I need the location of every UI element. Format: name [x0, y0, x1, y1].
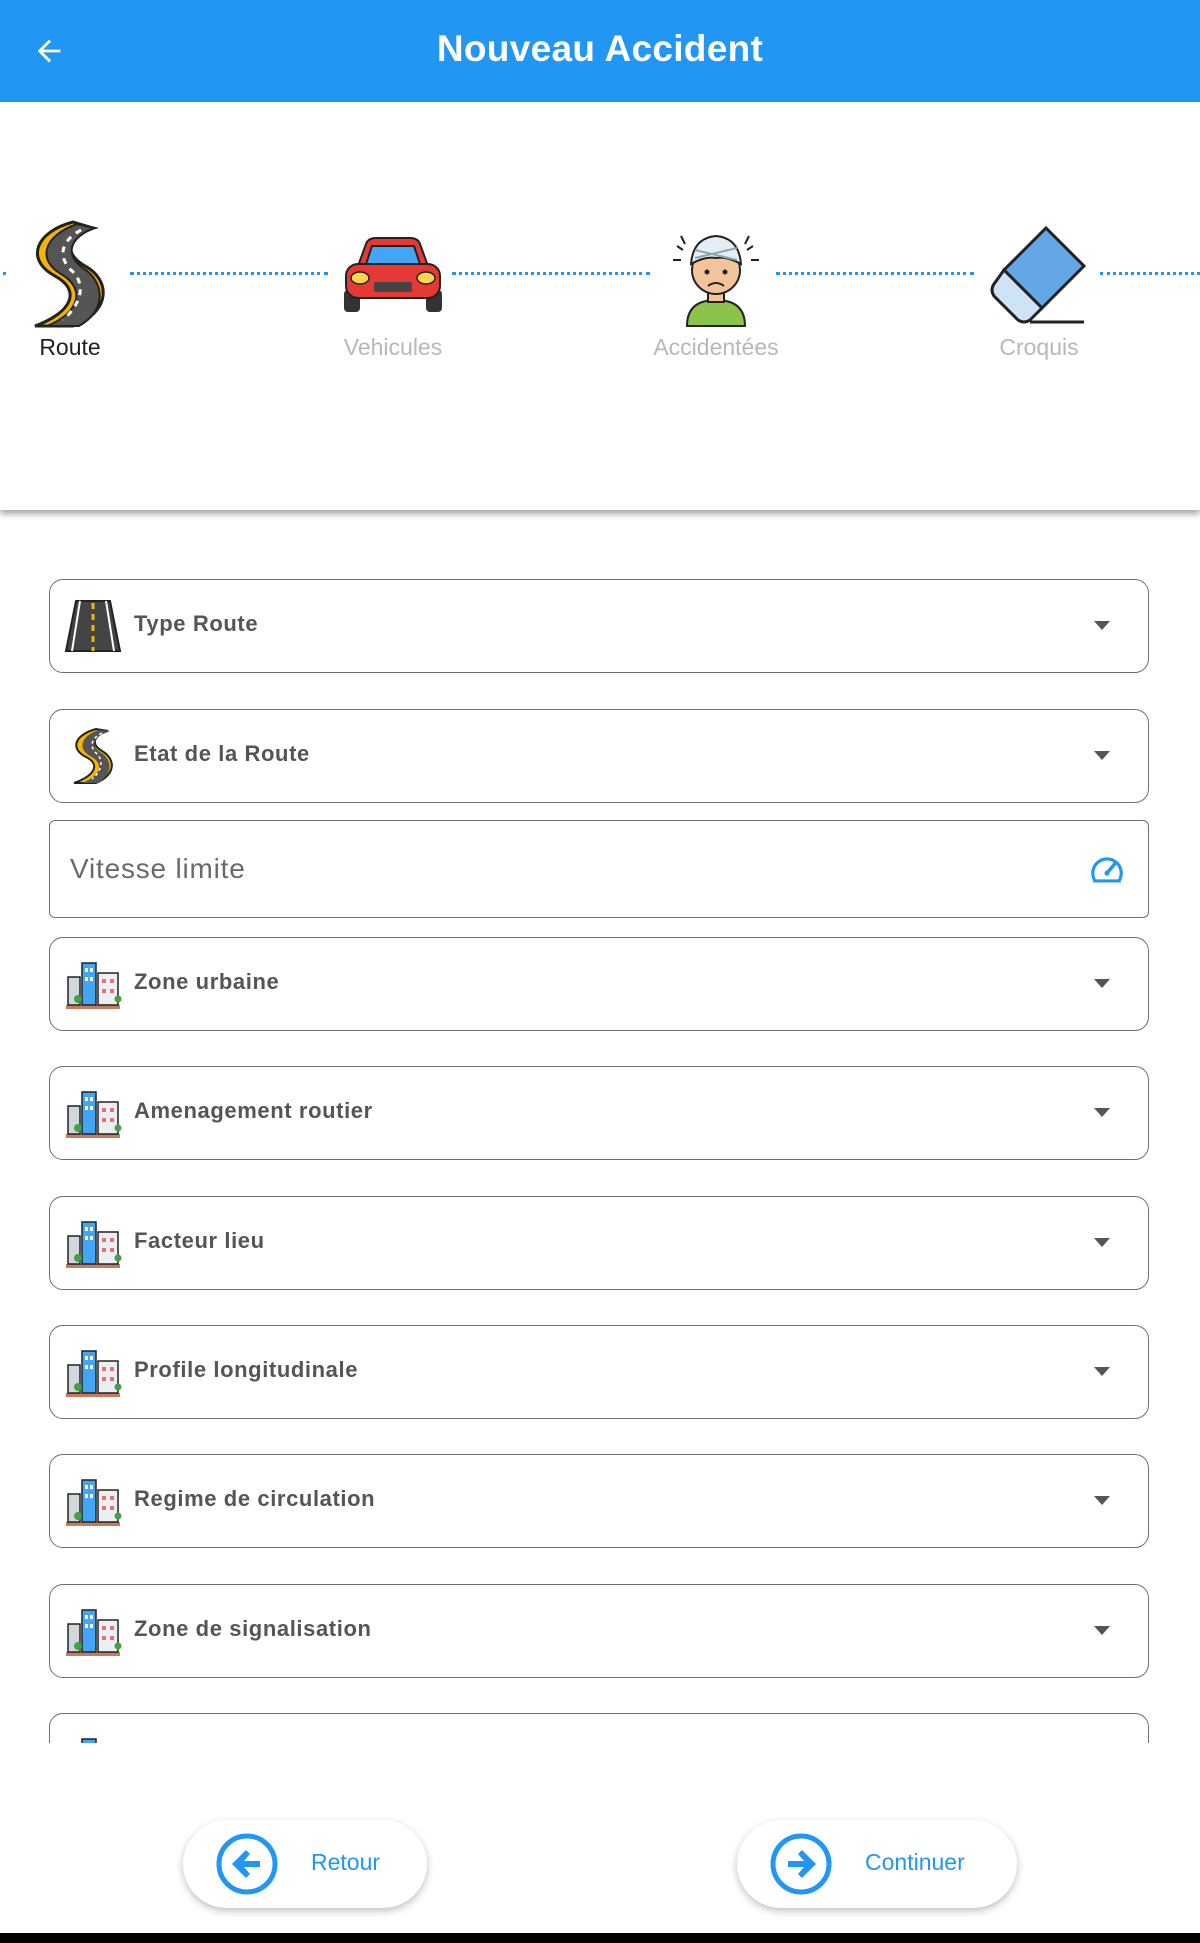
scroll-clip — [49, 1713, 1149, 1743]
amenagement-routier-dropdown[interactable]: Amenagement routier — [49, 1066, 1149, 1160]
field-label: Regime de circulation — [134, 1486, 376, 1511]
straight-road-icon — [64, 600, 122, 652]
arrow-right-circle-icon — [770, 1833, 832, 1895]
speedometer-icon[interactable] — [1088, 851, 1126, 889]
city-buildings-icon — [66, 1091, 122, 1138]
page-title: Nouveau Accident — [436, 28, 764, 69]
arrow-left-circle-icon — [216, 1833, 278, 1895]
etat-route-dropdown[interactable]: Etat de la Route — [49, 709, 1149, 803]
type-route-dropdown[interactable]: Type Route — [49, 579, 1149, 673]
step-label: Croquis — [999, 334, 1079, 360]
vitesse-limite-input[interactable] — [68, 843, 1032, 895]
city-buildings-icon — [66, 1479, 122, 1526]
step-accidentees[interactable]: Accidentées — [616, 220, 816, 361]
field-label: Type Route — [134, 611, 259, 636]
stepper: Route Vehicules Accidentées Croquis — [0, 102, 1200, 510]
zone-urbaine-dropdown[interactable]: Zone urbaine — [49, 937, 1149, 1031]
next-field-partial[interactable] — [49, 1713, 1149, 1743]
injured-person-icon — [673, 234, 759, 327]
field-label: Zone urbaine — [134, 969, 280, 994]
field-label: Facteur lieu — [134, 1228, 265, 1253]
car-icon — [344, 237, 442, 312]
dropdown-caret-icon — [1094, 1626, 1110, 1635]
eraser-icon — [990, 225, 1087, 324]
step-vehicules[interactable]: Vehicules — [293, 220, 493, 361]
profile-longitudinale-dropdown[interactable]: Profile longitudinale — [49, 1325, 1149, 1419]
step-label: Vehicules — [343, 334, 443, 360]
step-croquis[interactable]: Croquis — [939, 220, 1139, 361]
field-label: Zone de signalisation — [134, 1616, 372, 1641]
curved-road-icon — [73, 727, 113, 784]
retour-button[interactable]: Retour — [183, 1820, 427, 1908]
dropdown-caret-icon — [1094, 1496, 1110, 1505]
facteur-lieu-dropdown[interactable]: Facteur lieu — [49, 1196, 1149, 1290]
dropdown-caret-icon — [1094, 1108, 1110, 1117]
step-route[interactable]: Route — [0, 220, 170, 361]
step-label: Route — [39, 334, 101, 360]
system-nav-strip — [0, 1933, 1200, 1943]
continuer-button[interactable]: Continuer — [737, 1820, 1017, 1908]
retour-label: Retour — [311, 1849, 381, 1875]
dropdown-caret-icon — [1094, 1238, 1110, 1247]
app-bar: Nouveau Accident — [0, 0, 1200, 102]
zone-signalisation-dropdown[interactable]: Zone de signalisation — [49, 1584, 1149, 1678]
regime-circulation-dropdown[interactable]: Regime de circulation — [49, 1454, 1149, 1548]
field-label: Profile longitudinale — [134, 1357, 359, 1382]
city-buildings-icon — [66, 962, 122, 1009]
city-buildings-icon — [66, 1350, 122, 1397]
field-label: Amenagement routier — [134, 1098, 373, 1123]
vitesse-limite-field[interactable] — [49, 820, 1149, 918]
dropdown-caret-icon — [1094, 1367, 1110, 1376]
field-label: Etat de la Route — [134, 741, 310, 766]
city-buildings-icon — [81, 1738, 97, 1743]
city-buildings-icon — [66, 1221, 122, 1268]
dropdown-caret-icon — [1094, 621, 1110, 630]
continuer-label: Continuer — [865, 1849, 965, 1875]
city-buildings-icon — [66, 1609, 122, 1656]
dropdown-caret-icon — [1094, 751, 1110, 760]
road-icon — [34, 220, 105, 328]
dropdown-caret-icon — [1094, 979, 1110, 988]
step-label: Accidentées — [653, 334, 779, 360]
